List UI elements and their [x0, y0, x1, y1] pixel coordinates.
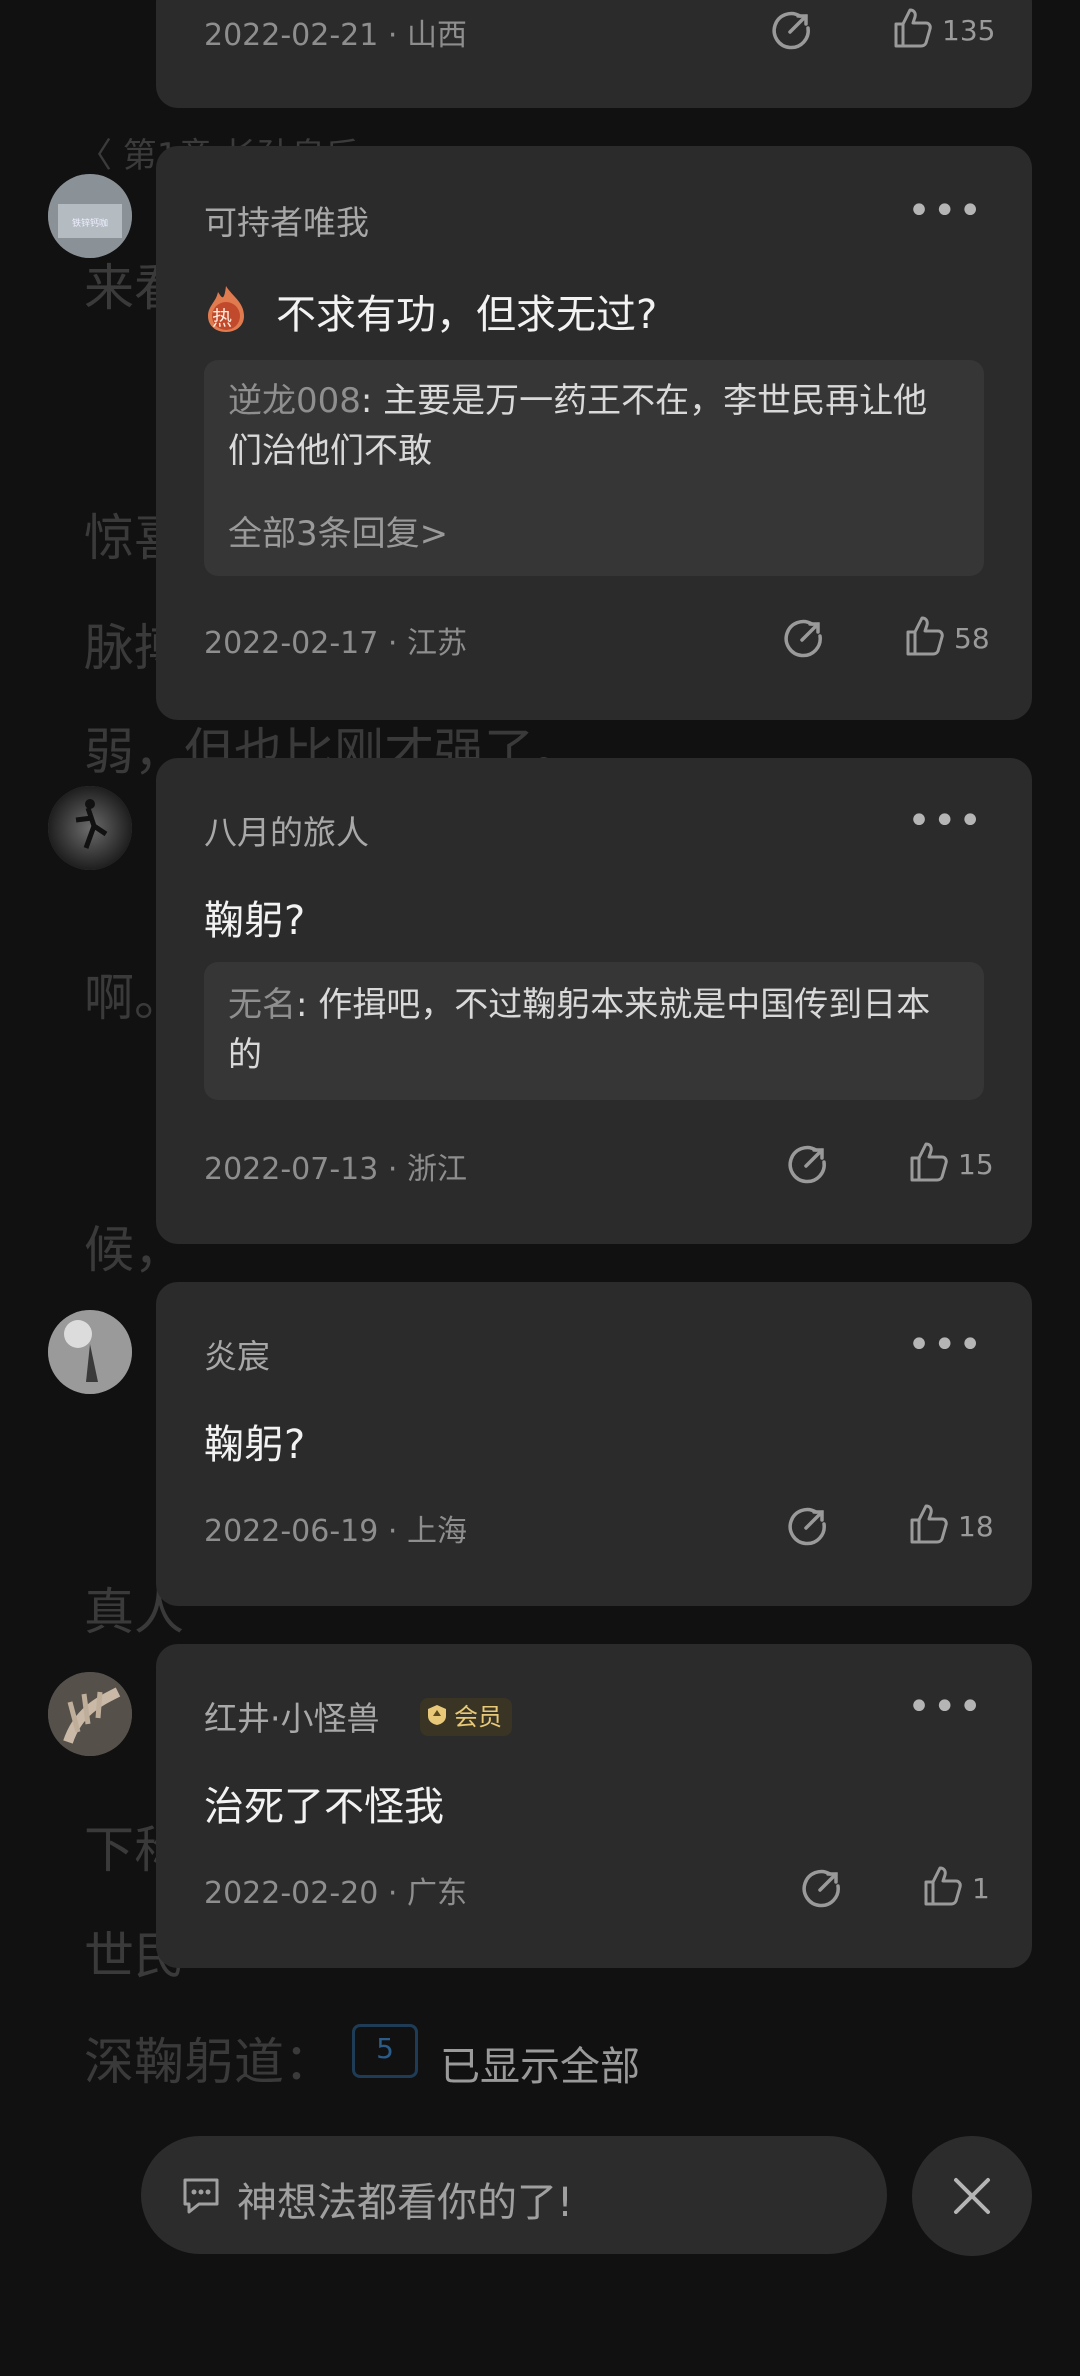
comment-meta: 2022-06-19 · 上海 — [204, 1514, 467, 1549]
member-badge: 会员 — [420, 1698, 512, 1736]
reply-author[interactable]: 无名 — [228, 985, 296, 1025]
avatar[interactable] — [48, 1672, 132, 1756]
avatar[interactable] — [48, 1310, 132, 1394]
like-icon[interactable] — [906, 1502, 950, 1546]
avatar[interactable]: 铁锌钙咖 — [48, 174, 132, 258]
like-count: 135 — [942, 14, 996, 47]
comment-card: 炎宸 ••• 鞠躬? 2022-06-19 · 上海 18 — [156, 1282, 1032, 1606]
reply-text: 逆龙008: 主要是万一药王不在，李世民再让他们治他们不敢 — [228, 376, 960, 476]
share-icon[interactable] — [786, 1142, 830, 1186]
avatar[interactable] — [48, 786, 132, 870]
comment-card: 可持者唯我 ••• 热 不求有功，但求无过? 逆龙008: 主要是万一药王不在，… — [156, 146, 1032, 720]
share-icon[interactable] — [786, 1504, 830, 1548]
comment-bubble-icon — [183, 2178, 219, 2214]
member-badge-label: 会员 — [454, 1703, 502, 1731]
paragraph-comment-badge[interactable]: 5 — [352, 2024, 418, 2078]
comment-input-placeholder: 神想法都看你的了! — [237, 2180, 574, 2226]
comment-meta: 2022-02-21 · 山西 — [204, 18, 467, 53]
shown-all-label: 已显示全部 — [440, 2044, 640, 2090]
comment-card: 八月的旅人 ••• 鞠躬? 无名: 作揖吧，不过鞠躬本来就是中国传到日本的 20… — [156, 758, 1032, 1244]
comment-card: 红井·小怪兽 会员 ••• 治死了不怪我 2022-02-20 · 广东 1 — [156, 1644, 1032, 1968]
reply-author[interactable]: 逆龙008 — [228, 381, 361, 421]
like-count: 58 — [954, 622, 990, 655]
like-count: 18 — [958, 1510, 994, 1543]
more-options-icon[interactable]: ••• — [907, 1322, 984, 1368]
like-count: 1 — [972, 1872, 990, 1905]
hot-label: 热 — [212, 306, 232, 330]
comment-content: 鞠躬? — [204, 898, 306, 944]
share-icon[interactable] — [800, 1866, 844, 1910]
more-options-icon[interactable]: ••• — [907, 798, 984, 844]
comment-card-partial: 2022-02-21 · 山西 135 — [156, 0, 1032, 108]
comment-username[interactable]: 红井·小怪兽 — [204, 1692, 380, 1740]
bg-line-10: 深鞠躬道： — [84, 2033, 334, 2091]
reply-preview[interactable]: 逆龙008: 主要是万一药王不在，李世民再让他们治他们不敢 全部3条回复> — [204, 360, 984, 576]
close-icon — [954, 2178, 990, 2214]
share-icon[interactable] — [770, 8, 814, 52]
comment-meta: 2022-02-17 · 江苏 — [204, 626, 467, 661]
comment-content: 不求有功，但求无过? — [276, 292, 658, 338]
view-all-replies-link[interactable]: 全部3条回复> — [228, 506, 448, 555]
close-button[interactable] — [912, 2136, 1032, 2256]
more-options-icon[interactable]: ••• — [907, 188, 984, 234]
svg-text:铁锌钙咖: 铁锌钙咖 — [72, 217, 108, 229]
reply-body: : 作揖吧，不过鞠躬本来就是中国传到日本的 — [228, 985, 931, 1075]
comment-meta: 2022-02-20 · 广东 — [204, 1876, 467, 1911]
comment-meta: 2022-07-13 · 浙江 — [204, 1152, 467, 1187]
reply-preview[interactable]: 无名: 作揖吧，不过鞠躬本来就是中国传到日本的 — [204, 962, 984, 1100]
like-icon[interactable] — [902, 614, 946, 658]
comment-username[interactable]: 炎宸 — [204, 1330, 270, 1378]
comment-input[interactable]: 神想法都看你的了! — [141, 2136, 887, 2254]
reply-text: 无名: 作揖吧，不过鞠躬本来就是中国传到日本的 — [228, 980, 960, 1080]
share-icon[interactable] — [782, 616, 826, 660]
more-options-icon[interactable]: ••• — [907, 1684, 984, 1730]
comment-content: 治死了不怪我 — [204, 1784, 444, 1830]
comment-content: 鞠躬? — [204, 1422, 306, 1468]
comment-username[interactable]: 八月的旅人 — [204, 806, 369, 854]
comment-username[interactable]: 可持者唯我 — [204, 196, 369, 244]
like-icon[interactable] — [920, 1864, 964, 1908]
like-count: 15 — [958, 1148, 994, 1181]
like-icon[interactable] — [890, 6, 934, 50]
member-shield-icon — [428, 1705, 446, 1725]
like-icon[interactable] — [906, 1140, 950, 1184]
